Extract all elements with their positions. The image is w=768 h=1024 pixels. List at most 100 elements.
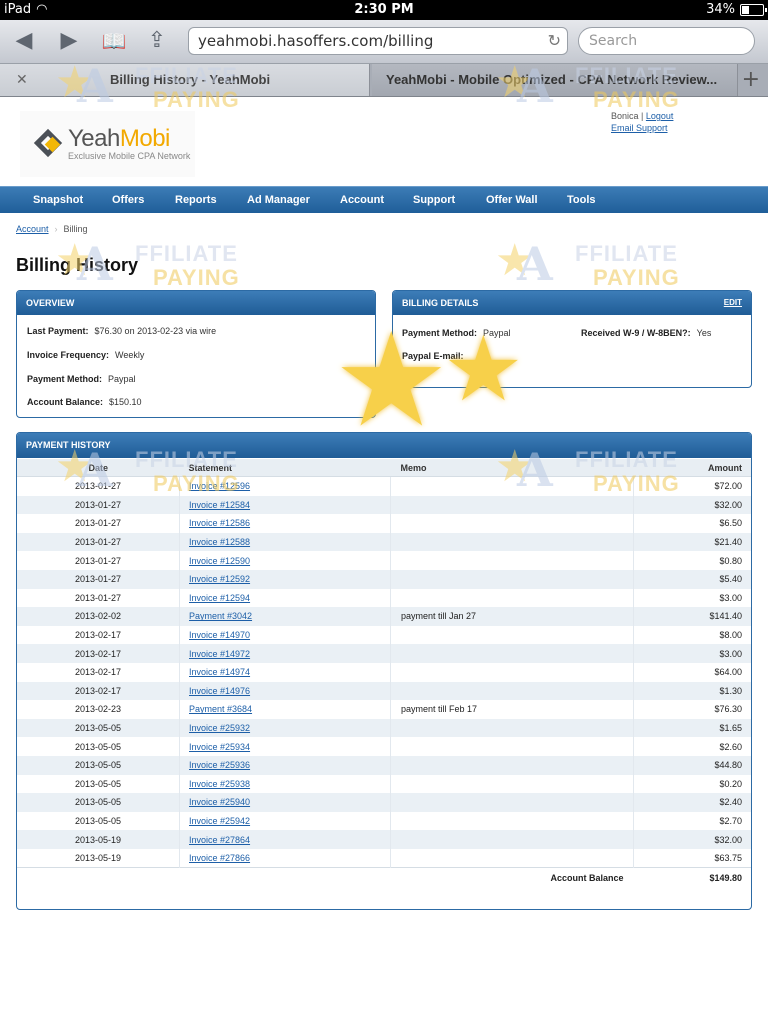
statement-link[interactable]: Invoice #12596 bbox=[189, 481, 250, 491]
tab-billing-history[interactable]: ✕ Billing History - YeahMobi bbox=[0, 64, 370, 96]
logo-name-1: Yeah bbox=[68, 125, 120, 152]
breadcrumb: Account › Billing bbox=[16, 224, 88, 234]
statement-link[interactable]: Invoice #12588 bbox=[189, 537, 250, 547]
statement-link[interactable]: Invoice #25936 bbox=[189, 760, 250, 770]
row-date: 2013-05-05 bbox=[17, 774, 180, 794]
row-amount: $6.50 bbox=[719, 518, 742, 529]
yeahmobi-logo[interactable]: YeahMobi Exclusive Mobile CPA Network bbox=[20, 111, 195, 177]
statement-link[interactable]: Invoice #12594 bbox=[189, 593, 250, 603]
table-row: 2013-01-27 Invoice #12594 $3.00 bbox=[17, 588, 751, 608]
statement-link[interactable]: Invoice #27864 bbox=[189, 835, 250, 845]
main-nav: Snapshot Offers Reports Ad Manager Accou… bbox=[0, 186, 768, 213]
statement-link[interactable]: Invoice #12586 bbox=[189, 518, 250, 528]
back-icon[interactable]: ◀ bbox=[10, 28, 38, 54]
row-amount: $2.40 bbox=[633, 793, 751, 812]
row-statement: Invoice #27866 bbox=[179, 848, 391, 868]
logout-link[interactable]: Logout bbox=[646, 111, 674, 121]
row-amount: $0.80 bbox=[719, 555, 742, 566]
email-support-link[interactable]: Email Support bbox=[611, 123, 668, 133]
share-icon[interactable]: ⇪ bbox=[143, 28, 171, 54]
row-date: 2013-02-17 bbox=[17, 681, 180, 701]
forward-icon[interactable]: ▶ bbox=[55, 28, 83, 54]
bookmarks-icon[interactable]: 📖 bbox=[100, 28, 128, 54]
statement-link[interactable]: Invoice #14972 bbox=[189, 649, 250, 659]
breadcrumb-account[interactable]: Account bbox=[16, 224, 49, 234]
total-amount: $149.80 bbox=[633, 867, 751, 889]
statement-link[interactable]: Invoice #25942 bbox=[189, 816, 250, 826]
row-amount: $32.00 bbox=[633, 495, 751, 515]
battery-icon bbox=[740, 3, 767, 16]
statement-link[interactable]: Invoice #12590 bbox=[189, 556, 250, 566]
close-tab-icon[interactable]: ✕ bbox=[16, 64, 28, 95]
statement-link[interactable]: Invoice #14970 bbox=[189, 630, 250, 640]
tab-title: Billing History - YeahMobi bbox=[110, 72, 271, 87]
row-memo bbox=[390, 848, 634, 868]
row-statement: Invoice #14972 bbox=[179, 644, 391, 663]
row-date: 2013-01-27 bbox=[17, 476, 180, 496]
nav-account[interactable]: Account bbox=[340, 187, 384, 213]
search-input[interactable]: Search bbox=[578, 27, 755, 55]
nav-ad-manager[interactable]: Ad Manager bbox=[247, 187, 310, 213]
row-statement: Invoice #25932 bbox=[179, 718, 391, 738]
table-header-row: Date Statement Memo Amount bbox=[17, 459, 751, 477]
statement-link[interactable]: Invoice #14974 bbox=[189, 667, 250, 677]
row-amount: $3.00 bbox=[633, 644, 751, 663]
row-memo bbox=[390, 755, 634, 775]
table-row: 2013-02-17 Invoice #14976 $1.30 bbox=[17, 681, 751, 701]
row-amount: $1.30 bbox=[633, 681, 751, 701]
browser-toolbar: ◀ ▶ 📖 ⇪ yeahmobi.hasoffers.com/billing ↻ … bbox=[0, 20, 768, 64]
statement-link[interactable]: Invoice #25932 bbox=[189, 723, 250, 733]
url-text: yeahmobi.hasoffers.com/billing bbox=[198, 32, 434, 50]
statement-link[interactable]: Invoice #14976 bbox=[189, 686, 250, 696]
statement-link[interactable]: Invoice #12584 bbox=[189, 500, 250, 510]
row-amount: $2.60 bbox=[719, 741, 742, 752]
row-statement: Invoice #12588 bbox=[179, 532, 391, 552]
table-row: 2013-05-05 Invoice #25942 $2.70 bbox=[17, 811, 751, 831]
tab-yeahmobi-review[interactable]: YeahMobi - Mobile Optimized - CPA Networ… bbox=[372, 64, 738, 96]
statement-link[interactable]: Payment #3684 bbox=[189, 704, 252, 714]
breadcrumb-billing: Billing bbox=[63, 224, 88, 234]
page-title: Billing History bbox=[16, 255, 139, 275]
col-memo[interactable]: Memo bbox=[390, 459, 634, 477]
table-row: 2013-01-27 Invoice #12588 $21.40 bbox=[17, 532, 751, 552]
statement-link[interactable]: Payment #3042 bbox=[189, 611, 252, 621]
row-amount: $44.80 bbox=[633, 755, 751, 775]
row-memo bbox=[390, 811, 634, 831]
row-date: 2013-01-27 bbox=[17, 588, 180, 608]
statement-link[interactable]: Invoice #25934 bbox=[189, 742, 250, 752]
col-statement[interactable]: Statement bbox=[179, 459, 391, 477]
table-row: 2013-05-05 Invoice #25934 $2.60 bbox=[17, 737, 751, 756]
table-row: 2013-05-05 Invoice #25940 $2.40 bbox=[17, 793, 751, 812]
row-statement: Invoice #25934 bbox=[179, 737, 391, 756]
url-bar[interactable]: yeahmobi.hasoffers.com/billing ↻ bbox=[188, 27, 568, 55]
table-row: 2013-02-17 Invoice #14974 $64.00 bbox=[17, 662, 751, 682]
col-date[interactable]: Date bbox=[17, 459, 180, 477]
nav-reports[interactable]: Reports bbox=[175, 187, 217, 213]
statement-link[interactable]: Invoice #25940 bbox=[189, 797, 250, 807]
nav-snapshot[interactable]: Snapshot bbox=[33, 187, 83, 213]
nav-offer-wall[interactable]: Offer Wall bbox=[486, 187, 538, 213]
billing-details-title: BILLING DETAILS bbox=[402, 298, 479, 308]
row-amount: $1.65 bbox=[633, 718, 751, 738]
statement-link[interactable]: Invoice #12592 bbox=[189, 574, 250, 584]
nav-offers[interactable]: Offers bbox=[112, 187, 144, 213]
logo-tagline: Exclusive Mobile CPA Network bbox=[68, 151, 191, 161]
table-row: 2013-05-05 Invoice #25936 $44.80 bbox=[17, 755, 751, 775]
statement-link[interactable]: Invoice #25938 bbox=[189, 779, 250, 789]
new-tab-icon[interactable]: + bbox=[742, 64, 760, 96]
reload-icon[interactable]: ↻ bbox=[548, 28, 561, 54]
star-icon: ★ bbox=[495, 236, 535, 285]
row-memo bbox=[390, 588, 634, 608]
statement-link[interactable]: Invoice #27866 bbox=[189, 853, 250, 863]
row-memo bbox=[390, 476, 634, 496]
nav-tools[interactable]: Tools bbox=[567, 187, 596, 213]
edit-link[interactable]: EDIT bbox=[724, 291, 742, 315]
row-date: 2013-02-02 bbox=[17, 607, 180, 626]
row-date: 2013-02-17 bbox=[17, 662, 180, 682]
row-statement: Invoice #12592 bbox=[179, 569, 391, 589]
nav-support[interactable]: Support bbox=[413, 187, 455, 213]
col-amount[interactable]: Amount bbox=[633, 459, 751, 477]
row-statement: Invoice #25942 bbox=[179, 811, 391, 831]
row-amount: $63.75 bbox=[714, 853, 742, 864]
logo-mark-icon bbox=[33, 128, 64, 159]
